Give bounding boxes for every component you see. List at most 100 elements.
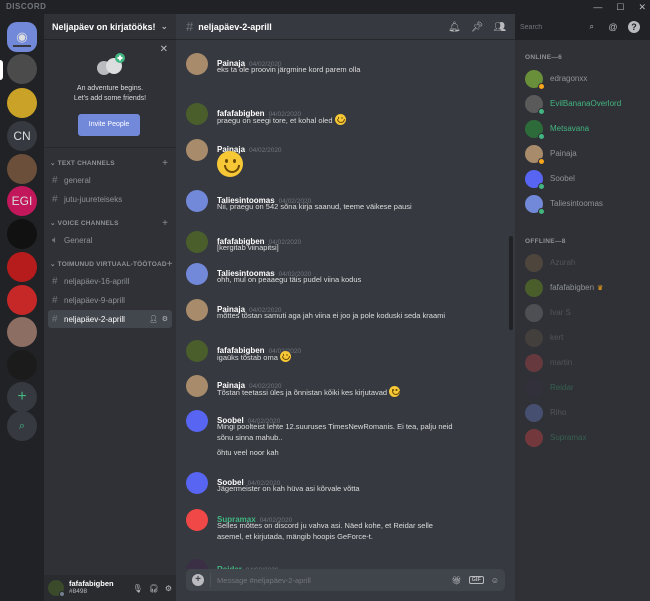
search-input[interactable] (520, 23, 582, 31)
member-name: Ivar S (550, 308, 571, 317)
member-item[interactable]: Ivar S (515, 300, 650, 325)
avatar[interactable] (186, 139, 208, 161)
microphone-icon[interactable]: 🎙︎ (133, 584, 143, 593)
avatar[interactable] (186, 559, 208, 569)
member-item[interactable]: Metsavana (515, 116, 650, 141)
category-text-channels[interactable]: ⌄ TEXT CHANNELS + (44, 156, 176, 170)
members-icon[interactable]: 👥︎ (493, 22, 506, 33)
member-item[interactable]: martin (515, 350, 650, 375)
voice-channel-general[interactable]: 🔈︎ General (48, 231, 172, 249)
avatar[interactable] (186, 190, 208, 212)
server-icon[interactable] (7, 285, 37, 315)
chat-scrollbar[interactable] (509, 236, 513, 330)
avatar[interactable] (186, 299, 208, 321)
message-list[interactable]: Painaja 04/02/2020 eks ta ole proovin järg… (176, 41, 515, 569)
add-channel-icon[interactable]: + (162, 158, 168, 169)
add-server-button[interactable]: + (7, 382, 37, 412)
user-info: fafafabigben #8498 (69, 580, 114, 596)
channel-general[interactable]: # general (48, 171, 172, 189)
mentions-icon[interactable]: @ (606, 20, 620, 34)
channel-neljapaev-2-aprill[interactable]: # neljapäev-2-aprill 👤︎ ⚙︎ (48, 310, 172, 328)
member-item[interactable]: Soobel (515, 166, 650, 191)
upload-plus-icon[interactable]: + (192, 574, 204, 586)
server-header[interactable]: Neljapäev on kirjatööks! ⌄ (44, 14, 176, 40)
channel-neljapaev-16-aprill[interactable]: # neljapäev-16-aprill (48, 272, 172, 290)
explore-servers-icon[interactable]: ⌕ (7, 411, 37, 441)
hash-icon: # (52, 174, 58, 186)
member-item[interactable]: kert (515, 325, 650, 350)
window-controls: — ☐ ✕ (593, 0, 646, 14)
close-icon[interactable]: ✕ (160, 44, 168, 55)
server-icon[interactable] (7, 88, 37, 118)
member-item[interactable]: Azurah (515, 250, 650, 275)
member-item[interactable]: Painaja (515, 141, 650, 166)
add-channel-icon[interactable]: + (167, 259, 173, 270)
message-text: Jägermeister on kah hüva asi kõrvale võt… (217, 484, 360, 493)
gif-button[interactable]: GIF (468, 576, 484, 584)
home-button[interactable]: ◉ (7, 22, 37, 52)
message-input[interactable] (217, 575, 452, 585)
avatar[interactable] (186, 375, 208, 397)
category-voice-channels[interactable]: ⌄ VOICE CHANNELS + (44, 216, 176, 230)
message-text: mõttes tõstan samuti aga jah viina ei jo… (217, 311, 446, 320)
member-item[interactable]: Reidar (515, 375, 650, 400)
invite-people-button[interactable]: Invite People (78, 114, 140, 136)
server-icon[interactable]: CN (7, 121, 37, 151)
avatar[interactable] (186, 509, 208, 531)
avatar[interactable] (186, 53, 208, 75)
avatar[interactable] (48, 580, 65, 597)
server-icon[interactable] (7, 350, 37, 380)
channel-sidebar: Neljapäev on kirjatööks! ⌄ ✕ An adventur… (44, 14, 176, 601)
category-toimunud[interactable]: ⌄ TOIMUNUD VIRTUAAL-TÖÖTOAD + (44, 257, 176, 271)
message-composer: + 🎁︎ GIF ☺ (186, 569, 505, 591)
invite-text: An adventure begins. Let's add some frie… (44, 84, 176, 104)
gear-icon[interactable]: ⚙︎ (165, 584, 172, 593)
message-text: Selles mõttes on discord ju vahva asi. N… (217, 521, 433, 530)
search-bar[interactable]: ⌕ (516, 20, 598, 34)
help-icon[interactable]: ? (628, 21, 640, 33)
add-channel-icon[interactable]: + (162, 218, 168, 229)
server-icon[interactable] (7, 154, 37, 184)
member-name: Reidar (550, 383, 574, 392)
maximize-button[interactable]: ☐ (616, 0, 624, 14)
gear-icon[interactable]: ⚙︎ (162, 315, 168, 323)
member-category: OFFLINE—8 (525, 238, 566, 245)
invite-line-2: Let's add some friends! (73, 95, 147, 102)
close-window-button[interactable]: ✕ (638, 0, 646, 14)
avatar (525, 353, 543, 372)
minimize-button[interactable]: — (593, 0, 602, 14)
server-icon[interactable] (7, 54, 37, 84)
member-name: fafafabigben (550, 283, 595, 292)
avatar[interactable] (186, 231, 208, 253)
member-item[interactable]: Riho (515, 400, 650, 425)
bell-icon[interactable]: 🔔︎ (448, 22, 461, 33)
server-icon[interactable] (7, 219, 37, 249)
avatar[interactable] (186, 340, 208, 362)
gift-icon[interactable]: 🎁︎ (452, 576, 462, 585)
pin-icon[interactable]: 📌︎ (471, 22, 484, 33)
status-indicator (538, 107, 545, 115)
avatar[interactable] (186, 263, 208, 285)
headphones-icon[interactable]: 🎧︎ (149, 584, 159, 593)
member-item[interactable]: edragonxx (515, 66, 650, 91)
invite-line-1: An adventure begins. (76, 85, 144, 92)
emoji-picker-icon[interactable]: ☺ (491, 576, 499, 585)
add-member-icon[interactable]: 👤︎ (149, 315, 158, 323)
server-icon[interactable]: EGI (7, 186, 37, 216)
server-icon[interactable] (7, 252, 37, 282)
member-item[interactable]: EvilBananaOverlord (515, 91, 650, 116)
crown-icon: ♛ (597, 284, 604, 292)
avatar (525, 303, 543, 322)
server-icon[interactable] (7, 317, 37, 347)
member-item[interactable]: fafafabigben ♛ (515, 275, 650, 300)
avatar[interactable] (186, 103, 208, 125)
smile-emoji-icon (334, 114, 346, 125)
message-text: Nii, praegu on 542 sõna kirja saanud, te… (217, 202, 412, 211)
member-item[interactable]: Supramax (515, 425, 650, 450)
member-item[interactable]: Taliesintoomas (515, 191, 650, 216)
avatar[interactable] (186, 410, 208, 432)
avatar[interactable] (186, 472, 208, 494)
channel-jutu-juureteiseks[interactable]: # jutu-juureteiseks (48, 190, 172, 208)
channel-neljapaev-9-aprill[interactable]: # neljapäev-9-aprill (48, 291, 172, 309)
message-line: igaüks tõstab oma (217, 351, 291, 363)
